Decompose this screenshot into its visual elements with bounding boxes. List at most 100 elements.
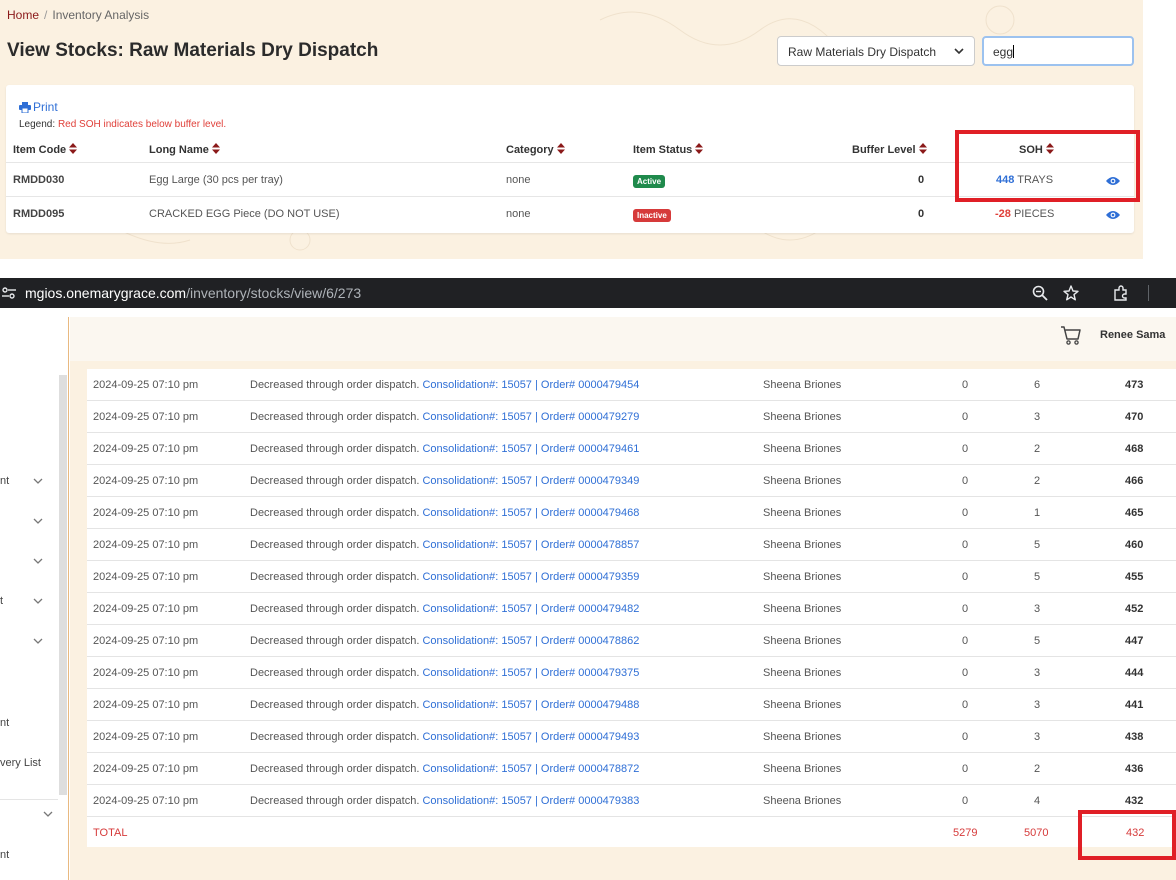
- order-link[interactable]: Order# 0000479454: [541, 379, 639, 391]
- row-user: Sheena Briones: [763, 539, 842, 551]
- order-link[interactable]: Order# 0000479375: [541, 667, 639, 679]
- sidebar-item[interactable]: t: [0, 595, 3, 607]
- row-date: 2024-09-25 07:10 pm: [93, 443, 199, 455]
- consolidation-link[interactable]: Consolidation#: 15057: [422, 731, 531, 743]
- row-date: 2024-09-25 07:10 pm: [93, 795, 199, 807]
- link-separator: |: [535, 379, 538, 391]
- search-input[interactable]: egg: [982, 36, 1134, 66]
- extension-icon[interactable]: [1113, 285, 1129, 301]
- row-desc-text: Decreased through order dispatch.: [250, 443, 420, 455]
- row-in: 0: [962, 443, 969, 455]
- row-balance: 447: [1125, 635, 1144, 647]
- col-item-code[interactable]: Item Code: [13, 143, 78, 156]
- location-select[interactable]: Raw Materials Dry Dispatch: [777, 36, 975, 66]
- row-date: 2024-09-25 07:10 pm: [93, 667, 199, 679]
- tune-icon[interactable]: [2, 286, 16, 300]
- page-title: View Stocks: Raw Materials Dry Dispatch: [7, 40, 379, 61]
- sidebar-divider: [0, 799, 58, 800]
- link-separator: |: [535, 411, 538, 423]
- order-link[interactable]: Order# 0000479493: [541, 731, 639, 743]
- row-in: 0: [962, 507, 969, 519]
- chevron-down-icon[interactable]: [33, 596, 43, 606]
- ledger-total-row: TOTAL 5279 5070 432: [87, 817, 1176, 849]
- row-desc-text: Decreased through order dispatch.: [250, 699, 420, 711]
- row-user: Sheena Briones: [763, 475, 842, 487]
- row-balance: 460: [1125, 539, 1144, 551]
- url-text[interactable]: mgios.onemarygrace.com/inventory/stocks/…: [25, 285, 361, 301]
- consolidation-link[interactable]: Consolidation#: 15057: [422, 539, 531, 551]
- consolidation-link[interactable]: Consolidation#: 15057: [422, 763, 531, 775]
- link-separator: |: [535, 763, 538, 775]
- order-link[interactable]: Order# 0000479461: [541, 443, 639, 455]
- link-separator: |: [535, 603, 538, 615]
- order-link[interactable]: Order# 0000479468: [541, 507, 639, 519]
- consolidation-link[interactable]: Consolidation#: 15057: [422, 635, 531, 647]
- ledger-row: 2024-09-25 07:10 pm Decreased through ord…: [87, 497, 1176, 529]
- cart-icon[interactable]: [1060, 324, 1082, 346]
- item-code: RMDD030: [13, 174, 65, 186]
- chevron-down-icon[interactable]: [43, 809, 53, 819]
- chevron-down-icon[interactable]: [33, 556, 43, 566]
- sidebar-item[interactable]: nt: [0, 849, 9, 861]
- star-icon[interactable]: [1063, 285, 1079, 301]
- order-link[interactable]: Order# 0000479383: [541, 795, 639, 807]
- sidebar-item[interactable]: nt: [0, 717, 9, 729]
- breadcrumb-current: Inventory Analysis: [52, 8, 150, 22]
- row-balance: 468: [1125, 443, 1144, 455]
- order-link[interactable]: Order# 0000478857: [541, 539, 639, 551]
- order-link[interactable]: Order# 0000479488: [541, 699, 639, 711]
- breadcrumb: Home / Inventory Analysis: [7, 8, 149, 22]
- print-button[interactable]: Print: [19, 100, 58, 114]
- row-in: 0: [962, 475, 969, 487]
- chevron-down-icon[interactable]: [33, 476, 43, 486]
- row-description: Decreased through order dispatch. Consol…: [250, 443, 639, 455]
- consolidation-link[interactable]: Consolidation#: 15057: [422, 795, 531, 807]
- consolidation-link[interactable]: Consolidation#: 15057: [422, 443, 531, 455]
- consolidation-link[interactable]: Consolidation#: 15057: [422, 571, 531, 583]
- row-date: 2024-09-25 07:10 pm: [93, 763, 199, 775]
- consolidation-link[interactable]: Consolidation#: 15057: [422, 603, 531, 615]
- sidebar: nt t nt very List nt: [0, 317, 69, 880]
- sort-icon: [918, 143, 927, 154]
- row-in: 0: [962, 571, 969, 583]
- chevron-down-icon[interactable]: [33, 636, 43, 646]
- order-link[interactable]: Order# 0000479279: [541, 411, 639, 423]
- location-select-value: Raw Materials Dry Dispatch: [788, 45, 937, 59]
- col-category[interactable]: Category: [506, 143, 565, 156]
- sidebar-item[interactable]: very List: [0, 757, 41, 769]
- order-link[interactable]: Order# 0000479482: [541, 603, 639, 615]
- chevron-down-icon[interactable]: [33, 516, 43, 526]
- consolidation-link[interactable]: Consolidation#: 15057: [422, 379, 531, 391]
- col-buffer-level[interactable]: Buffer Level: [852, 143, 927, 156]
- col-long-name[interactable]: Long Name: [149, 143, 220, 156]
- row-description: Decreased through order dispatch. Consol…: [250, 507, 639, 519]
- consolidation-link[interactable]: Consolidation#: 15057: [422, 507, 531, 519]
- user-name[interactable]: Renee Sama: [1100, 329, 1165, 341]
- order-link[interactable]: Order# 0000479359: [541, 571, 639, 583]
- consolidation-link[interactable]: Consolidation#: 15057: [422, 475, 531, 487]
- total-in: 5279: [953, 827, 978, 839]
- row-out: 4: [1034, 795, 1041, 807]
- order-link[interactable]: Order# 0000478862: [541, 635, 639, 647]
- consolidation-link[interactable]: Consolidation#: 15057: [422, 411, 531, 423]
- row-user: Sheena Briones: [763, 667, 842, 679]
- browser-address-bar: mgios.onemarygrace.com/inventory/stocks/…: [0, 278, 1176, 308]
- order-link[interactable]: Order# 0000479349: [541, 475, 639, 487]
- ledger-row: 2024-09-25 07:10 pm Decreased through ord…: [87, 785, 1176, 817]
- ledger-row: 2024-09-25 07:10 pm Decreased through ord…: [87, 401, 1176, 433]
- sidebar-scrollbar[interactable]: [59, 375, 67, 795]
- text-caret: [1013, 45, 1015, 58]
- link-separator: |: [535, 731, 538, 743]
- row-description: Decreased through order dispatch. Consol…: [250, 667, 639, 679]
- breadcrumb-home-link[interactable]: Home: [7, 8, 39, 22]
- eye-icon[interactable]: [1106, 210, 1120, 220]
- sidebar-item[interactable]: nt: [0, 475, 9, 487]
- ledger-row: 2024-09-25 07:10 pm Decreased through ord…: [87, 721, 1176, 753]
- consolidation-link[interactable]: Consolidation#: 15057: [422, 667, 531, 679]
- col-item-status[interactable]: Item Status: [633, 143, 704, 156]
- row-date: 2024-09-25 07:10 pm: [93, 411, 199, 423]
- zoom-icon[interactable]: [1032, 285, 1048, 301]
- row-desc-text: Decreased through order dispatch.: [250, 539, 420, 551]
- consolidation-link[interactable]: Consolidation#: 15057: [422, 699, 531, 711]
- order-link[interactable]: Order# 0000478872: [541, 763, 639, 775]
